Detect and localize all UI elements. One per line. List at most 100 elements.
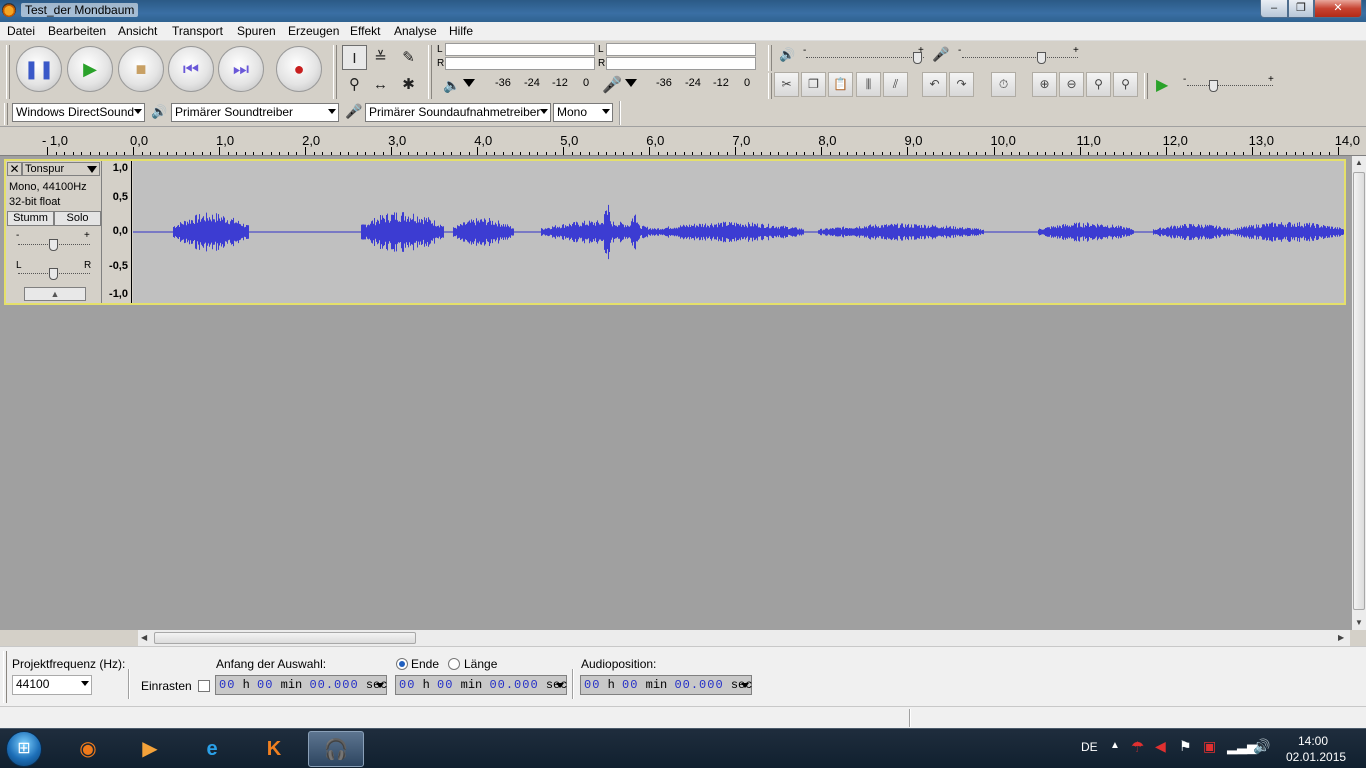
- stop-button[interactable]: ■: [118, 46, 164, 92]
- fit-selection-button[interactable]: ⚲: [1086, 72, 1111, 97]
- toolbar-grip[interactable]: [4, 103, 8, 125]
- fit-project-button[interactable]: ⚲: [1113, 72, 1138, 97]
- input-channels-select[interactable]: Mono: [553, 103, 613, 122]
- input-volume-slider[interactable]: [962, 57, 1078, 58]
- skip-to-start-button[interactable]: ⏮: [168, 46, 214, 92]
- menu-transport[interactable]: Transport: [172, 24, 223, 38]
- taskbar-internet-explorer[interactable]: e: [184, 731, 240, 767]
- taskbar-kingsoft[interactable]: K: [246, 731, 302, 767]
- start-button[interactable]: ⊞: [6, 731, 42, 767]
- track-name-menu[interactable]: Tonspur: [22, 162, 100, 176]
- time-shift-tool-button[interactable]: ↔: [368, 72, 393, 97]
- zoom-in-button[interactable]: ⊕: [1032, 72, 1057, 97]
- taskbar-media-player[interactable]: ▶: [122, 731, 178, 767]
- silence-button[interactable]: ⫽: [883, 72, 908, 97]
- track-area[interactable]: ✕ Tonspur Mono, 44100Hz 32-bit float Stu…: [0, 156, 1352, 630]
- redo-button[interactable]: ↷: [949, 72, 974, 97]
- microphone-icon[interactable]: 🎤: [602, 75, 622, 95]
- vertical-scroll-thumb[interactable]: [1353, 172, 1365, 610]
- amplitude-ruler[interactable]: 1,0 0,5 0,0 -0,5 -1,0: [102, 161, 132, 303]
- pan-slider-thumb[interactable]: [49, 268, 58, 280]
- envelope-tool-button[interactable]: ≚: [368, 45, 393, 70]
- toolbar-grip[interactable]: [768, 73, 772, 99]
- action-center-flag-icon[interactable]: ⚑: [1179, 738, 1192, 755]
- antivirus-icon[interactable]: ☂: [1131, 738, 1144, 756]
- toolbar-grip[interactable]: [333, 45, 337, 99]
- gain-slider-thumb[interactable]: [49, 239, 58, 251]
- close-button[interactable]: ✕: [1314, 0, 1362, 18]
- usb-device-icon[interactable]: ▣: [1203, 738, 1216, 755]
- waveform-display[interactable]: [133, 161, 1344, 303]
- menu-datei[interactable]: Datei: [7, 24, 35, 38]
- selection-start-field[interactable]: 00 h 00 min 00.000 sec: [215, 675, 387, 695]
- show-hidden-icons-icon[interactable]: ▲: [1110, 740, 1120, 751]
- clock-time[interactable]: 14:00: [1298, 734, 1328, 748]
- speaker-icon[interactable]: 🔈: [443, 77, 460, 94]
- maximize-button[interactable]: ❐: [1288, 0, 1314, 18]
- input-volume-thumb[interactable]: [1037, 52, 1046, 64]
- scroll-up-icon[interactable]: ▲: [1355, 158, 1363, 167]
- toolbar-grip[interactable]: [428, 45, 432, 99]
- menu-spuren[interactable]: Spuren: [237, 24, 276, 38]
- playback-speed-thumb[interactable]: [1209, 80, 1218, 92]
- toolbar-grip[interactable]: [3, 651, 7, 703]
- track-close-button[interactable]: ✕: [7, 162, 22, 176]
- audio-track[interactable]: ✕ Tonspur Mono, 44100Hz 32-bit float Stu…: [4, 159, 1346, 305]
- horizontal-scroll-thumb[interactable]: [154, 632, 416, 644]
- zoom-tool-button[interactable]: ⚲: [342, 72, 367, 97]
- cut-button[interactable]: ✂: [774, 72, 799, 97]
- collapse-track-button[interactable]: ▲: [24, 287, 86, 301]
- multi-tool-button[interactable]: ✱: [396, 72, 421, 97]
- mute-button[interactable]: Stumm: [7, 211, 54, 226]
- scroll-left-icon[interactable]: ◀: [141, 633, 147, 642]
- toolbar-grip[interactable]: [1144, 73, 1148, 99]
- record-button[interactable]: ●: [276, 46, 322, 92]
- playback-speed-slider[interactable]: [1187, 85, 1273, 86]
- language-indicator[interactable]: DE: [1081, 740, 1098, 754]
- scroll-right-icon[interactable]: ▶: [1338, 633, 1344, 642]
- skip-to-end-button[interactable]: ⏭: [218, 46, 264, 92]
- taskbar-audacity[interactable]: 🎧: [308, 731, 364, 767]
- length-radio[interactable]: [448, 658, 460, 670]
- output-device-select[interactable]: Primärer Soundtreiber: [171, 103, 339, 122]
- zoom-out-button[interactable]: ⊖: [1059, 72, 1084, 97]
- clock-date[interactable]: 02.01.2015: [1286, 750, 1346, 764]
- play-button[interactable]: ▶: [67, 46, 113, 92]
- input-meter-menu-arrow[interactable]: [625, 79, 637, 87]
- pause-button[interactable]: ❚❚: [16, 46, 62, 92]
- undo-button[interactable]: ↶: [922, 72, 947, 97]
- vertical-scrollbar[interactable]: ▲ ▼: [1352, 156, 1366, 630]
- audacity-app-icon[interactable]: [2, 3, 16, 17]
- trim-button[interactable]: ⫼: [856, 72, 881, 97]
- snap-checkbox[interactable]: [198, 680, 210, 692]
- input-meter-left[interactable]: [606, 43, 756, 56]
- output-meter-menu-arrow[interactable]: [463, 79, 475, 87]
- output-meter-left[interactable]: [445, 43, 595, 56]
- output-volume-thumb[interactable]: [913, 52, 922, 64]
- menu-effekt[interactable]: Effekt: [350, 24, 380, 38]
- paste-button[interactable]: 📋: [828, 72, 853, 97]
- sync-lock-button[interactable]: ⏱: [991, 72, 1016, 97]
- menu-analyse[interactable]: Analyse: [394, 24, 437, 38]
- menu-hilfe[interactable]: Hilfe: [449, 24, 473, 38]
- volume-icon[interactable]: 🔊: [1253, 738, 1270, 755]
- toolbar-grip[interactable]: [6, 45, 10, 99]
- play-at-speed-button[interactable]: ▶: [1156, 75, 1168, 95]
- input-meter-right[interactable]: [606, 57, 756, 70]
- toolbar-grip[interactable]: [768, 45, 772, 71]
- audio-position-field[interactable]: 00 h 00 min 00.000 sec: [580, 675, 752, 695]
- input-device-select[interactable]: Primärer Soundaufnahmetreiber: [365, 103, 551, 122]
- output-meter-right[interactable]: [445, 57, 595, 70]
- selection-tool-button[interactable]: I: [342, 45, 367, 70]
- muted-speaker-icon[interactable]: ◀: [1155, 738, 1166, 755]
- menu-ansicht[interactable]: Ansicht: [118, 24, 157, 38]
- timeline-ruler[interactable]: - 1,0 0,0 1,0 2,0 3,0 4,0 5,0 6,0 7,0 8,0 9,0 10,0 1…: [0, 128, 1366, 156]
- audio-host-select[interactable]: Windows DirectSound: [12, 103, 145, 122]
- scroll-down-icon[interactable]: ▼: [1355, 618, 1363, 627]
- solo-button[interactable]: Solo: [54, 211, 101, 226]
- draw-tool-button[interactable]: ✎: [396, 45, 421, 70]
- menu-bearbeiten[interactable]: Bearbeiten: [48, 24, 106, 38]
- horizontal-scrollbar[interactable]: ◀ ▶: [138, 630, 1350, 646]
- minimize-button[interactable]: ‒: [1260, 0, 1288, 18]
- selection-end-field[interactable]: 00 h 00 min 00.000 sec: [395, 675, 567, 695]
